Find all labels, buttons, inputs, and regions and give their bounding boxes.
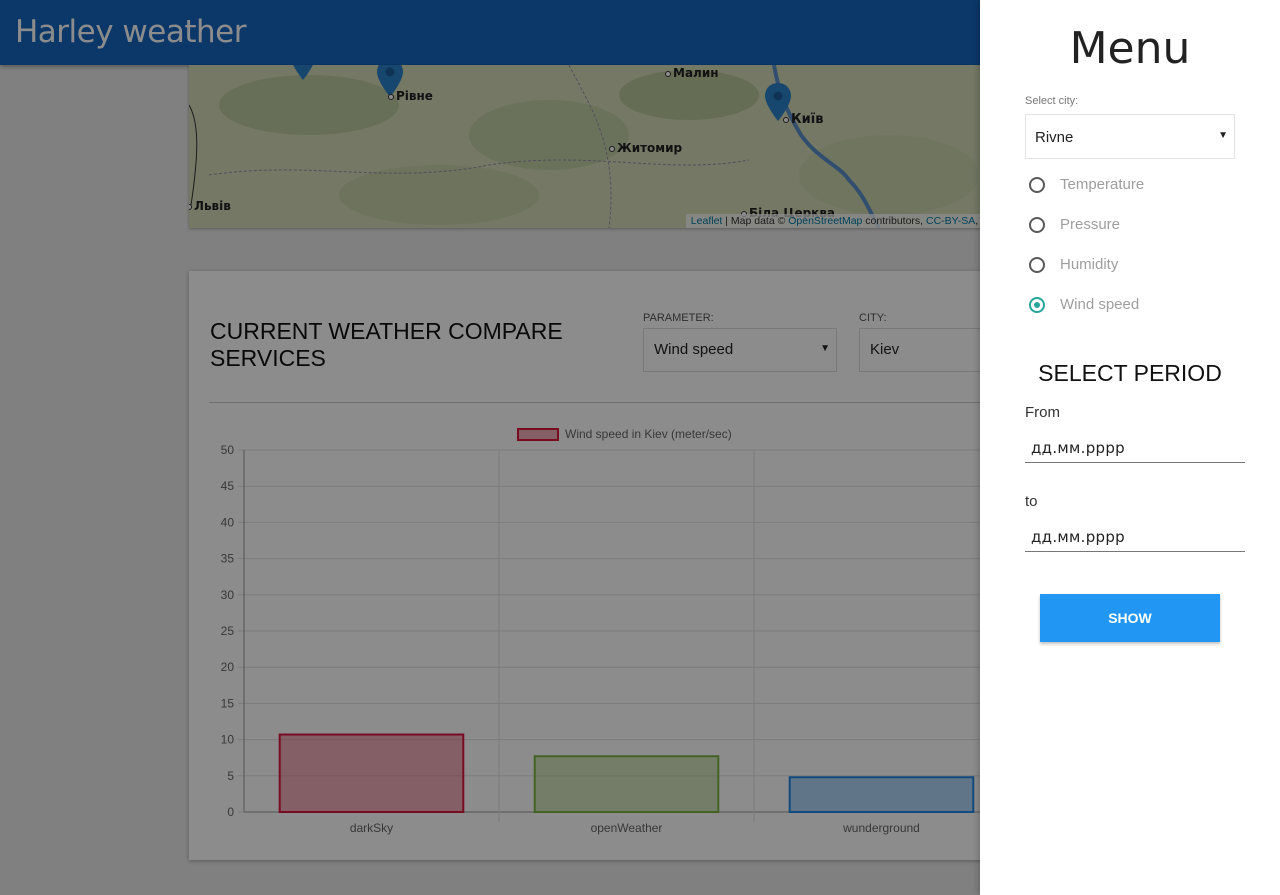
select-city-label: Select city: bbox=[1025, 95, 1079, 107]
side-menu: Menu Select city: Rivne ▼ Temperature Pr… bbox=[980, 0, 1280, 895]
radio-circle bbox=[1029, 177, 1045, 193]
from-date-placeholder: дд.мм.рррр bbox=[1031, 439, 1125, 457]
menu-city-value: Rivne bbox=[1035, 129, 1074, 146]
from-label: From bbox=[1025, 404, 1060, 421]
to-date-input[interactable]: дд.мм.рррр bbox=[1025, 522, 1245, 552]
select-period-title: SELECT PERIOD bbox=[1038, 360, 1222, 386]
menu-title: Menu bbox=[1069, 23, 1191, 74]
radio-label: Wind speed bbox=[1060, 296, 1140, 313]
radio-wind-speed[interactable]: Wind speed bbox=[1029, 296, 1249, 316]
radio-label: Pressure bbox=[1060, 216, 1121, 233]
radio-humidity[interactable]: Humidity bbox=[1029, 256, 1249, 276]
radio-circle bbox=[1029, 217, 1045, 233]
dropdown-arrow-icon: ▼ bbox=[1218, 130, 1228, 141]
to-date-placeholder: дд.мм.рррр bbox=[1031, 528, 1125, 546]
from-date-input[interactable]: дд.мм.рррр bbox=[1025, 433, 1245, 463]
radio-label: Humidity bbox=[1060, 256, 1119, 273]
radio-temperature[interactable]: Temperature bbox=[1029, 176, 1249, 196]
radio-label: Temperature bbox=[1060, 176, 1145, 193]
to-label: to bbox=[1025, 493, 1038, 510]
radio-circle bbox=[1029, 297, 1045, 313]
menu-city-select[interactable]: Rivne ▼ bbox=[1025, 114, 1235, 159]
radio-pressure[interactable]: Pressure bbox=[1029, 216, 1249, 236]
show-button[interactable]: SHOW bbox=[1040, 594, 1220, 642]
radio-circle bbox=[1029, 257, 1045, 273]
